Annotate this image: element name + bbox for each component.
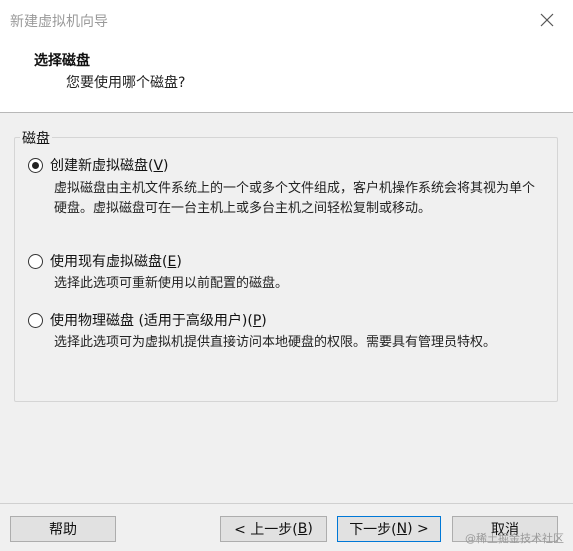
option-description: 选择此选项可重新使用以前配置的磁盘。 [54, 276, 289, 291]
option-description: 虚拟磁盘由主机文件系统上的一个或多个文件组成，客户机操作系统会将其视为单个硬盘。… [54, 181, 536, 216]
back-button[interactable]: < 上一步(B) [220, 516, 327, 542]
radio-create-new-disk[interactable] [28, 157, 43, 173]
close-button[interactable] [532, 6, 562, 34]
close-icon [540, 13, 554, 27]
radio-use-physical-disk[interactable] [28, 312, 43, 328]
wizard-content: 磁盘 创建新虚拟磁盘(V) 虚拟磁盘由主机文件系统上的一个或多个文件组成，客户机… [0, 113, 573, 503]
page-title: 选择磁盘 [34, 53, 90, 69]
option-use-physical-disk[interactable]: 使用物理磁盘 (适用于高级用户)(P) [28, 310, 267, 330]
option-use-existing-disk[interactable]: 使用现有虚拟磁盘(E) [28, 251, 182, 271]
title-bar: 新建虚拟机向导 [0, 0, 573, 38]
option-create-new-disk[interactable]: 创建新虚拟磁盘(V) [28, 155, 169, 175]
option-label: 使用物理磁盘 (适用于高级用户)(P) [50, 313, 267, 329]
option-label: 使用现有虚拟磁盘(E) [50, 254, 182, 270]
option-description: 选择此选项可为虚拟机提供直接访问本地硬盘的权限。需要具有管理员特权。 [54, 335, 497, 350]
radio-use-existing-disk[interactable] [28, 253, 43, 269]
wizard-header: 选择磁盘 您要使用哪个磁盘? [0, 38, 573, 113]
next-button[interactable]: 下一步(N) > [337, 516, 441, 542]
option-label: 创建新虚拟磁盘(V) [50, 158, 169, 174]
disk-group-legend: 磁盘 [20, 128, 52, 148]
window-title: 新建虚拟机向导 [10, 14, 108, 30]
page-subtitle: 您要使用哪个磁盘? [66, 75, 186, 91]
help-button[interactable]: 帮助 [10, 516, 116, 542]
watermark: @稀土掘金技术社区 [465, 532, 564, 545]
